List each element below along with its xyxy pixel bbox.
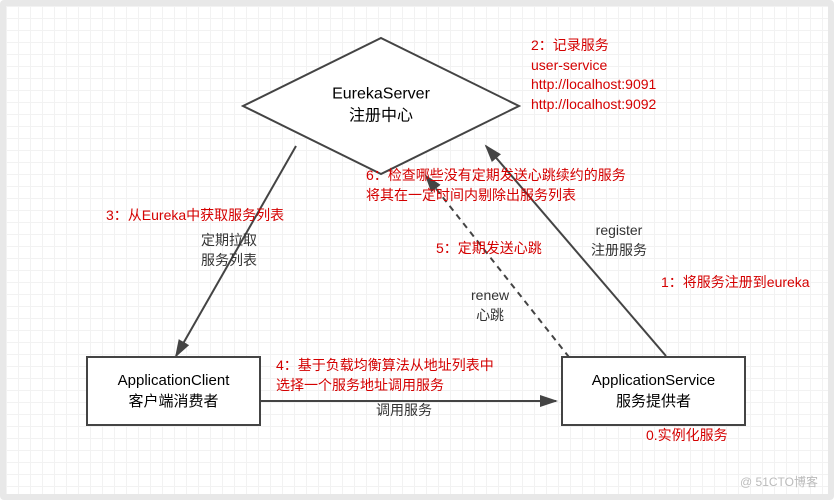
service-title: ApplicationService	[571, 370, 736, 391]
node-eureka-server: EurekaServer 注册中心	[241, 36, 521, 176]
anno-3: 3：从Eureka中获取服务列表	[106, 206, 284, 226]
anno-1: 1：将服务注册到eureka	[661, 273, 810, 293]
node-application-service: ApplicationService 服务提供者	[561, 356, 746, 426]
label-renew: renew 心跳	[471, 286, 509, 325]
node-application-client: ApplicationClient 客户端消费者	[86, 356, 261, 426]
server-subtitle: 注册中心	[332, 106, 430, 128]
diagram-canvas: EurekaServer 注册中心 ApplicationClient 客户端消…	[0, 0, 834, 500]
anno-6: 6：检查哪些没有定期发送心跳续约的服务 将其在一定时间内剔除出服务列表	[366, 166, 626, 205]
watermark: @ 51CTO博客	[740, 473, 818, 490]
server-title: EurekaServer	[332, 84, 430, 106]
anno-2: 2：记录服务 user-service http://localhost:909…	[531, 36, 656, 114]
anno-4: 4：基于负载均衡算法从地址列表中 选择一个服务地址调用服务	[276, 356, 494, 395]
label-register: register 注册服务	[591, 221, 647, 260]
service-subtitle: 服务提供者	[571, 391, 736, 412]
client-title: ApplicationClient	[96, 370, 251, 391]
label-invoke: 调用服务	[376, 401, 432, 421]
label-pull: 定期拉取 服务列表	[201, 231, 257, 270]
anno-5: 5：定期发送心跳	[436, 239, 542, 259]
client-subtitle: 客户端消费者	[96, 391, 251, 412]
anno-0: 0.实例化服务	[646, 426, 728, 446]
